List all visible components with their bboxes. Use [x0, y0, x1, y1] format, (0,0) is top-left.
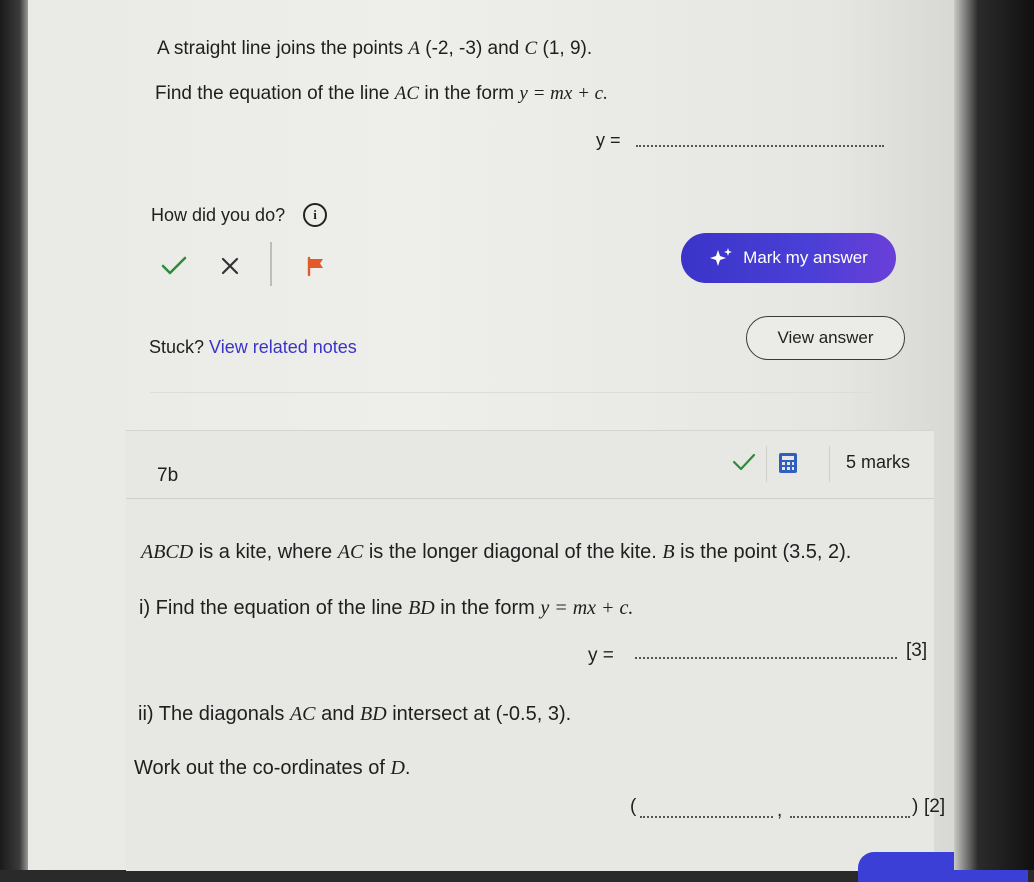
coord-open-paren: (: [630, 796, 637, 817]
stuck-row: Stuck? View related notes: [149, 337, 357, 358]
q7a-instruction: Find the equation of the line AC in the …: [155, 83, 608, 104]
calculator-icon: [778, 452, 798, 474]
part-i-answer-input[interactable]: [635, 657, 897, 659]
sparkle-icon: [709, 247, 733, 269]
part-i-text: i) Find the equation of the line BD in t…: [139, 597, 634, 619]
toolbar-divider: [270, 242, 272, 286]
header-divider-1: [766, 446, 767, 482]
screen: A straight line joins the points A (-2, …: [0, 0, 1034, 882]
info-icon[interactable]: i: [303, 203, 327, 227]
view-answer-label: View answer: [777, 328, 874, 347]
device-bezel-right: [954, 0, 1034, 870]
d-y-coordinate-input[interactable]: [790, 816, 910, 818]
marks-total: 5 marks: [846, 452, 911, 472]
cross-icon[interactable]: [218, 254, 242, 278]
part-ii-marks: [2]: [924, 796, 946, 817]
mark-my-answer-label: Mark my answer: [743, 248, 868, 267]
coord-close-paren: ): [912, 796, 919, 817]
device-bezel-left: [0, 0, 28, 870]
question-7b-card: [126, 430, 934, 871]
check-icon[interactable]: [160, 254, 188, 278]
part-ii-text: ii) The diagonals AC and BD intersect at…: [138, 703, 572, 725]
view-answer-button[interactable]: View answer: [746, 316, 905, 360]
q7a-intro: A straight line joins the points A (-2, …: [157, 38, 593, 59]
view-related-notes-link[interactable]: View related notes: [209, 337, 357, 357]
stuck-label: Stuck?: [149, 337, 205, 357]
section-divider: [150, 392, 870, 393]
coord-comma: ,: [777, 800, 783, 821]
answered-check-icon: [731, 451, 757, 473]
kite-statement: ABCD is a kite, where AC is the longer d…: [141, 541, 852, 563]
q7a-answer-label: y =: [596, 130, 621, 150]
flag-icon[interactable]: [305, 255, 327, 277]
work-out-text: Work out the co-ordinates of D.: [134, 757, 411, 779]
q7a-answer-input[interactable]: [636, 145, 884, 147]
mark-my-answer-button[interactable]: Mark my answer: [681, 233, 896, 283]
part-i-answer-label: y =: [588, 645, 614, 666]
how-did-you-do-label: How did you do?: [151, 205, 286, 225]
header-divider-2: [829, 446, 830, 482]
question-number: 7b: [157, 465, 179, 486]
part-i-marks: [3]: [906, 640, 928, 661]
card-header-divider: [126, 498, 934, 499]
d-x-coordinate-input[interactable]: [640, 816, 773, 818]
